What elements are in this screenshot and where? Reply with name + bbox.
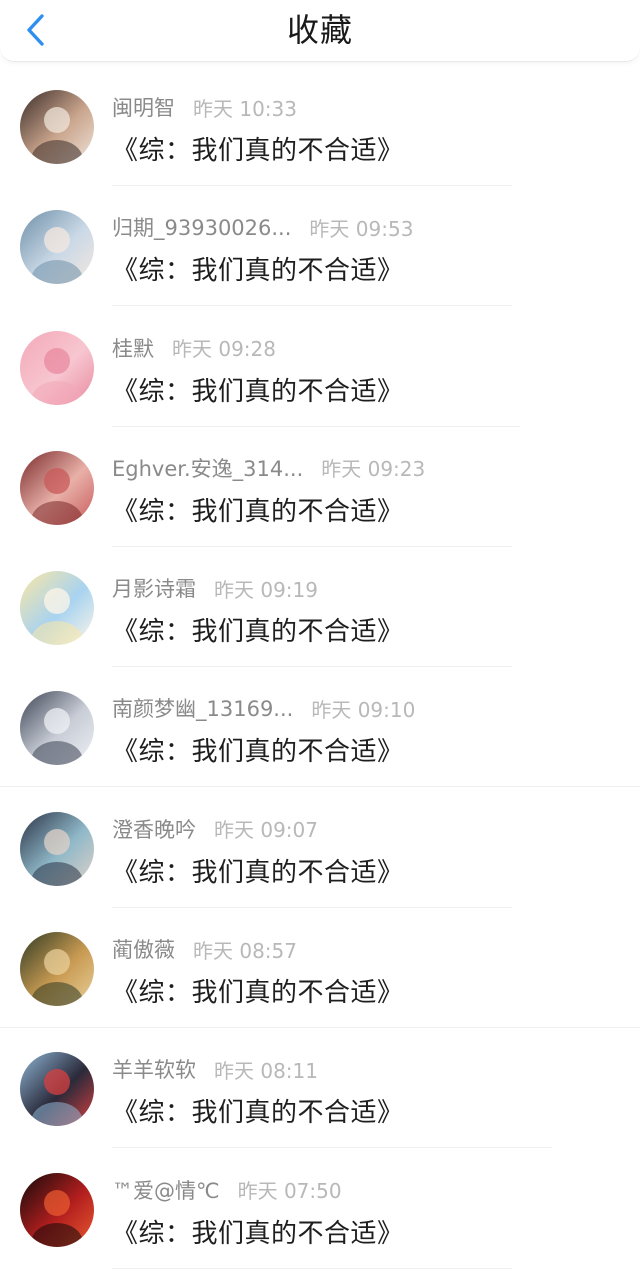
favorite-title[interactable]: 《综：我们真的不合适》: [112, 972, 404, 1009]
favorite-title[interactable]: 《综：我们真的不合适》: [112, 250, 404, 287]
user-name[interactable]: ™爱@情℃: [112, 1175, 220, 1205]
list-item[interactable]: 闽明智 昨天 10:33 《综：我们真的不合适》: [0, 66, 640, 186]
favorite-title[interactable]: 《综：我们真的不合适》: [112, 1213, 404, 1250]
name-line: 蔺傲薇 昨天 08:57: [112, 934, 297, 964]
list-item[interactable]: 月影诗霜 昨天 09:19 《综：我们真的不合适》: [0, 547, 640, 668]
name-line: 羊羊软软 昨天 08:11: [112, 1054, 318, 1084]
favorite-title[interactable]: 《综：我们真的不合适》: [112, 852, 404, 889]
favorite-title[interactable]: 《综：我们真的不合适》: [112, 371, 404, 408]
avatar[interactable]: [20, 450, 94, 525]
timestamp: 昨天 09:19: [214, 577, 318, 602]
avatar[interactable]: [20, 210, 94, 285]
timestamp: 昨天 08:57: [193, 938, 297, 963]
timestamp: 昨天 07:50: [237, 1179, 342, 1204]
avatar[interactable]: [20, 1052, 94, 1127]
list-item[interactable]: 归期_93930026... 昨天 09:53 《综：我们真的不合适》: [0, 186, 640, 307]
avatar[interactable]: [20, 571, 94, 646]
list-item[interactable]: 蔺傲薇 昨天 08:57 《综：我们真的不合适》: [0, 908, 640, 1029]
timestamp: 昨天 08:11: [214, 1058, 318, 1083]
page-title: 收藏: [286, 11, 353, 49]
timestamp: 昨天 09:07: [214, 818, 318, 843]
name-line: 桂默 昨天 09:28: [112, 333, 276, 363]
list-item[interactable]: Eghver.安逸_314... 昨天 09:23 《综：我们真的不合适》: [0, 427, 640, 547]
top-bar: 收藏: [0, 0, 640, 62]
favorite-title[interactable]: 《综：我们真的不合适》: [112, 731, 404, 768]
list-item[interactable]: 澄香晚吟 昨天 09:07 《综：我们真的不合适》: [0, 788, 640, 908]
user-name[interactable]: 南颜梦幽_13169...: [112, 693, 293, 723]
user-name[interactable]: Eghver.安逸_314...: [112, 453, 303, 483]
avatar[interactable]: [20, 1172, 94, 1247]
favorites-list: 闽明智 昨天 10:33 《综：我们真的不合适》 归期_93930026... 昨天 0…: [0, 66, 640, 1269]
name-line: Eghver.安逸_314... 昨天 09:23: [112, 453, 426, 483]
name-line: 闽明智 昨天 10:33: [112, 92, 297, 122]
favorite-title[interactable]: 《综：我们真的不合适》: [112, 130, 404, 167]
name-line: ™爱@情℃ 昨天 07:50: [112, 1175, 342, 1205]
name-line: 月影诗霜 昨天 09:19: [112, 573, 318, 603]
timestamp: 昨天 09:23: [321, 457, 426, 482]
user-name[interactable]: 蔺傲薇: [112, 934, 175, 964]
list-item[interactable]: 南颜梦幽_13169... 昨天 09:10 《综：我们真的不合适》: [0, 667, 640, 788]
avatar[interactable]: [20, 90, 94, 164]
list-item[interactable]: 桂默 昨天 09:28 《综：我们真的不合适》: [0, 307, 640, 427]
user-name[interactable]: 归期_93930026...: [112, 212, 291, 242]
name-line: 澄香晚吟 昨天 09:07: [112, 814, 318, 844]
user-name[interactable]: 澄香晚吟: [112, 814, 196, 844]
timestamp: 昨天 09:28: [172, 337, 276, 362]
user-name[interactable]: 月影诗霜: [112, 573, 196, 603]
timestamp: 昨天 10:33: [193, 96, 297, 121]
list-item[interactable]: 羊羊软软 昨天 08:11 《综：我们真的不合适》: [0, 1028, 640, 1149]
avatar[interactable]: [20, 811, 94, 886]
timestamp: 昨天 09:10: [311, 697, 416, 722]
avatar[interactable]: [20, 932, 94, 1007]
favorite-title[interactable]: 《综：我们真的不合适》: [112, 611, 404, 648]
list-item[interactable]: ™爱@情℃ 昨天 07:50 《综：我们真的不合适》: [0, 1149, 640, 1269]
avatar[interactable]: [20, 330, 94, 405]
favorite-title[interactable]: 《综：我们真的不合适》: [112, 491, 404, 528]
name-line: 南颜梦幽_13169... 昨天 09:10: [112, 693, 416, 723]
user-name[interactable]: 桂默: [112, 333, 154, 363]
user-name[interactable]: 闽明智: [112, 92, 175, 122]
name-line: 归期_93930026... 昨天 09:53: [112, 212, 414, 242]
avatar[interactable]: [20, 691, 94, 766]
favorite-title[interactable]: 《综：我们真的不合适》: [112, 1092, 404, 1129]
timestamp: 昨天 09:53: [309, 216, 414, 241]
user-name[interactable]: 羊羊软软: [112, 1054, 196, 1084]
divider: [112, 1267, 512, 1269]
